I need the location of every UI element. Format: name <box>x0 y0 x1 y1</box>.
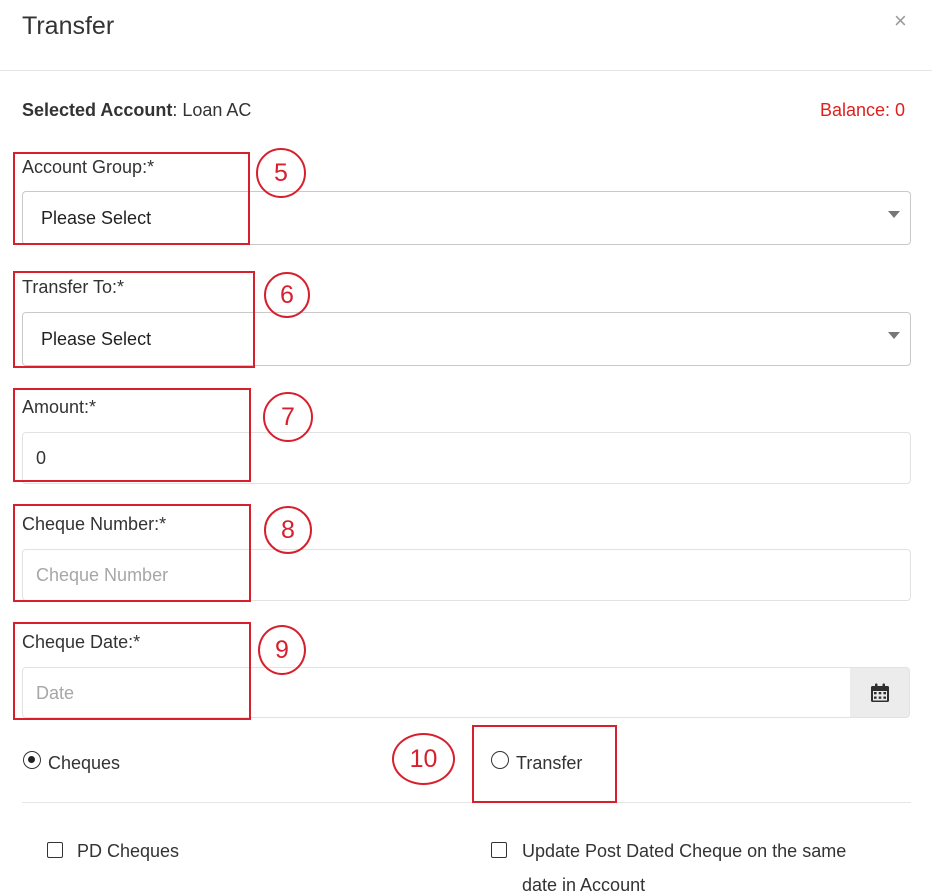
pd-cheques-box <box>47 842 63 858</box>
update-post-dated-label: Update Post Dated Cheque on the same <box>522 841 847 861</box>
selected-account-value: : Loan AC <box>172 100 252 120</box>
annotation-marker-10: 10 <box>392 733 455 785</box>
radio-cheques-dot <box>28 756 35 763</box>
modal-title: Transfer <box>22 12 115 40</box>
selected-account-label: Selected Account <box>22 100 173 120</box>
selected-account: Selected Account: Loan AC <box>22 99 251 121</box>
chevron-down-icon <box>888 332 900 339</box>
section-divider <box>22 802 911 803</box>
chevron-down-icon <box>888 211 900 218</box>
annotation-box-amount <box>13 388 251 482</box>
annotation-marker-5: 5 <box>256 148 306 198</box>
annotation-box-cheque-date <box>13 622 251 720</box>
annotation-box-cheque-number <box>13 504 251 602</box>
radio-cheques-indicator <box>23 751 41 769</box>
radio-cheques-label: Cheques <box>48 753 121 773</box>
close-button[interactable]: × <box>894 8 907 34</box>
close-icon: × <box>894 8 907 33</box>
pd-cheques-checkbox[interactable]: PD Cheques <box>47 840 247 864</box>
radio-cheques[interactable]: Cheques <box>22 750 222 776</box>
balance-text: Balance: 0 <box>820 100 906 120</box>
annotation-marker-9: 9 <box>258 625 306 675</box>
annotation-box-account-group <box>13 152 250 245</box>
annotation-marker-8: 8 <box>264 506 312 554</box>
annotation-box-transfer-radio <box>472 725 617 803</box>
annotation-marker-7: 7 <box>263 392 313 442</box>
update-post-dated-box <box>491 842 507 858</box>
pd-cheques-label: PD Cheques <box>77 841 180 861</box>
update-post-dated-label-cont: date in Account <box>522 875 646 895</box>
calendar-button[interactable] <box>850 667 910 718</box>
calendar-icon <box>871 683 889 702</box>
annotation-box-transfer-to <box>13 271 255 368</box>
annotation-marker-6: 6 <box>264 272 310 318</box>
header-divider <box>0 70 932 71</box>
